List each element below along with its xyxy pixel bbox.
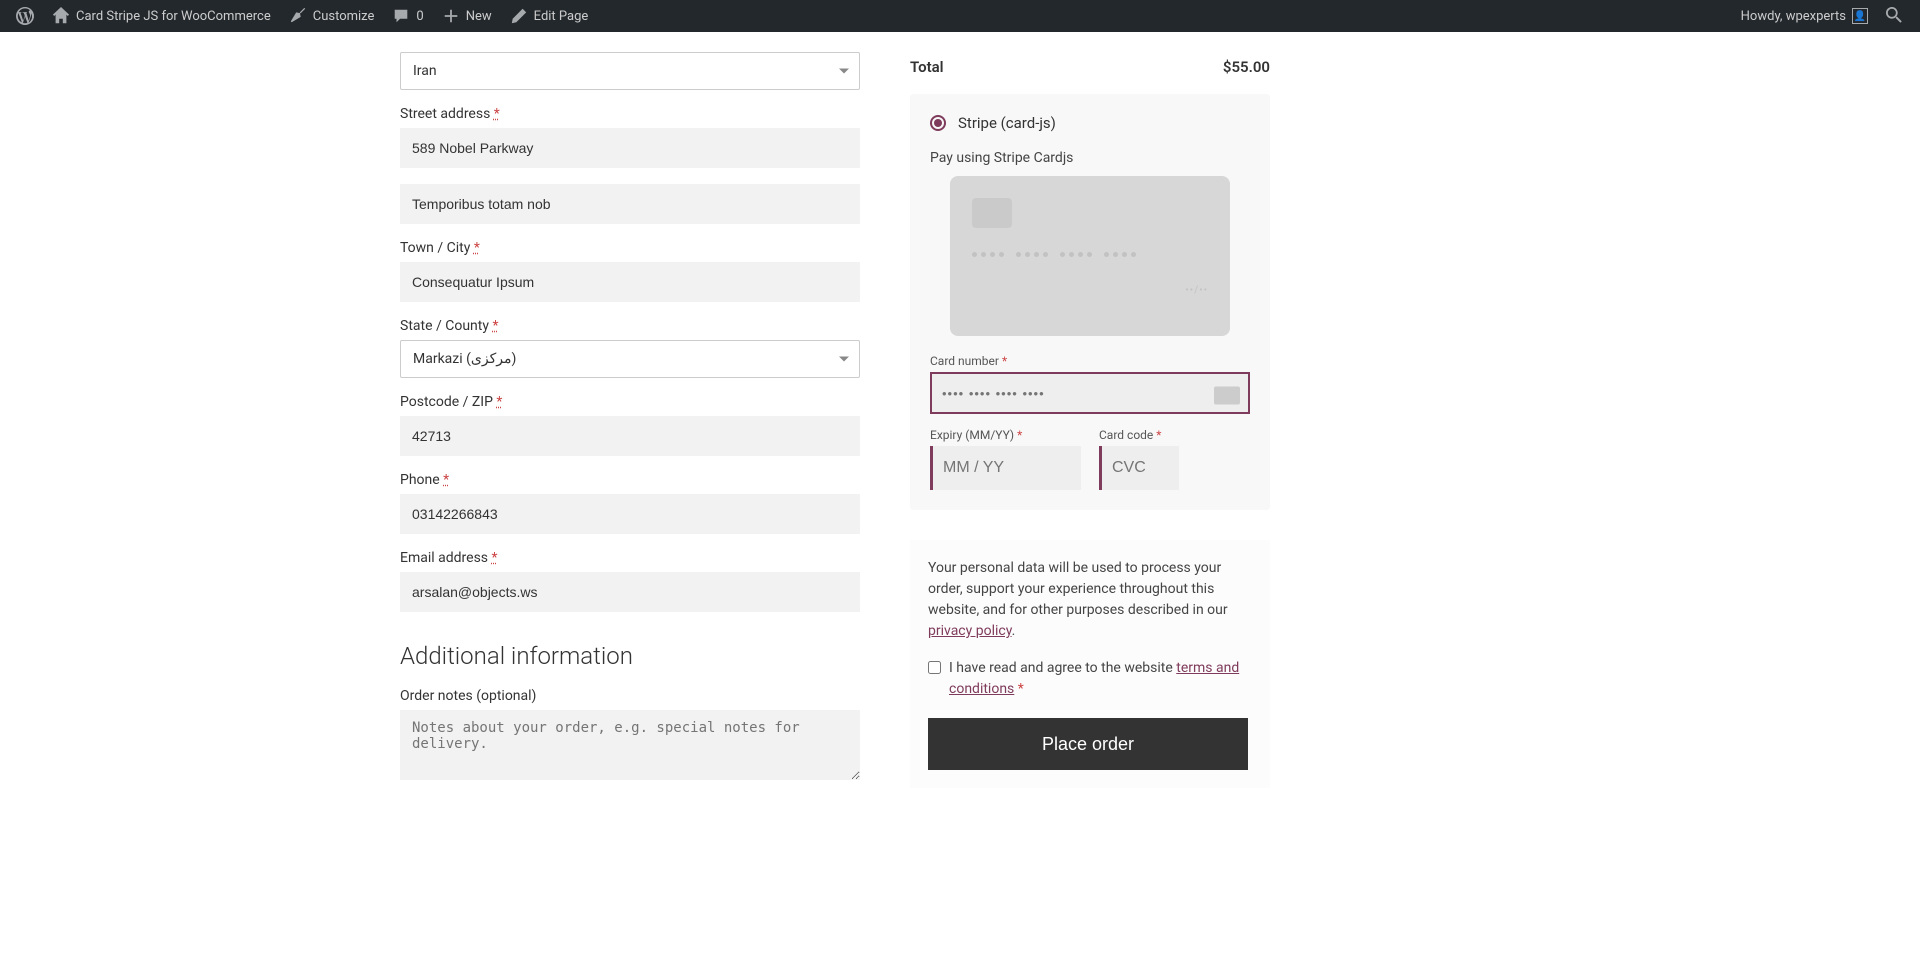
new-link[interactable]: New	[434, 0, 500, 32]
search-icon	[1886, 7, 1904, 25]
order-total-row: Total $55.00	[910, 52, 1270, 94]
wp-admin-bar: Card Stripe JS for WooCommerce Customize…	[0, 0, 1920, 32]
card-number-input[interactable]	[930, 372, 1250, 414]
new-label: New	[466, 9, 492, 24]
place-order-button[interactable]: Place order	[928, 718, 1248, 770]
customize-link[interactable]: Customize	[281, 0, 383, 32]
phone-input[interactable]	[400, 494, 860, 534]
city-input[interactable]	[400, 262, 860, 302]
city-label: Town / City *	[400, 240, 860, 256]
state-value: Markazi (مرکزی)	[413, 351, 516, 367]
comments-link[interactable]: 0	[384, 0, 431, 32]
terms-label: I have read and agree to the website ter…	[949, 658, 1252, 700]
email-label: Email address *	[400, 550, 860, 566]
pencil-icon	[510, 7, 528, 25]
howdy-label: Howdy, wpexperts	[1741, 9, 1846, 24]
street-address-2-input[interactable]	[400, 184, 860, 224]
additional-info-heading: Additional information	[400, 642, 860, 670]
country-select[interactable]: Iran	[400, 52, 860, 90]
payment-method-radio[interactable]	[930, 115, 946, 131]
email-input[interactable]	[400, 572, 860, 612]
cvc-input[interactable]	[1099, 446, 1179, 490]
comments-count: 0	[416, 9, 423, 24]
wordpress-icon	[16, 7, 34, 25]
cvc-label: Card code *	[1099, 428, 1250, 442]
postcode-label: Postcode / ZIP *	[400, 394, 860, 410]
avatar-icon: 👤	[1852, 8, 1868, 24]
site-title: Card Stripe JS for WooCommerce	[76, 9, 271, 24]
privacy-text: Your personal data will be used to proce…	[928, 558, 1252, 642]
site-name-link[interactable]: Card Stripe JS for WooCommerce	[44, 0, 279, 32]
card-brand-icon	[1214, 387, 1240, 405]
expiry-label: Expiry (MM/YY) *	[930, 428, 1081, 442]
card-chip-icon	[972, 198, 1012, 228]
total-value: $55.00	[1223, 58, 1270, 76]
street-address-1-input[interactable]	[400, 128, 860, 168]
payment-method-label: Stripe (card-js)	[958, 114, 1056, 132]
card-number-placeholder-dots	[972, 252, 1208, 257]
search-toggle[interactable]	[1878, 0, 1912, 32]
payment-description: Pay using Stripe Cardjs	[930, 150, 1250, 166]
payment-method-box: Stripe (card-js) Pay using Stripe Cardjs…	[910, 94, 1270, 510]
phone-label: Phone *	[400, 472, 860, 488]
state-label: State / County *	[400, 318, 860, 334]
edit-page-link[interactable]: Edit Page	[502, 0, 597, 32]
privacy-policy-link[interactable]: privacy policy	[928, 623, 1012, 639]
postcode-input[interactable]	[400, 416, 860, 456]
street-label: Street address *	[400, 106, 860, 122]
terms-checkbox[interactable]	[928, 661, 941, 674]
howdy-link[interactable]: Howdy, wpexperts 👤	[1733, 0, 1876, 32]
privacy-notice-box: Your personal data will be used to proce…	[910, 540, 1270, 788]
comment-icon	[392, 7, 410, 25]
order-notes-textarea[interactable]	[400, 710, 860, 780]
state-select[interactable]: Markazi (مرکزی)	[400, 340, 860, 378]
edit-page-label: Edit Page	[534, 9, 589, 24]
card-preview: ••/••	[950, 176, 1230, 336]
plus-icon	[442, 7, 460, 25]
card-expiry-placeholder: ••/••	[1185, 285, 1208, 296]
expiry-input[interactable]	[930, 446, 1081, 490]
card-number-label: Card number *	[930, 354, 1250, 368]
wp-logo[interactable]	[8, 0, 42, 32]
brush-icon	[289, 7, 307, 25]
country-value: Iran	[413, 63, 437, 79]
home-icon	[52, 7, 70, 25]
customize-label: Customize	[313, 9, 375, 24]
order-notes-label: Order notes (optional)	[400, 688, 860, 704]
total-label: Total	[910, 58, 944, 76]
